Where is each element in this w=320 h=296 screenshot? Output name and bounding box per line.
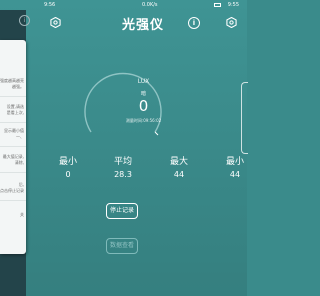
drawer-item: 关 xyxy=(20,212,24,217)
drawer-divider xyxy=(0,200,26,201)
stop-record-button[interactable]: 停止记录 xyxy=(106,203,138,219)
drawer-item: 设置,请选 xyxy=(6,104,24,109)
drawer-item: 后, xyxy=(18,182,24,187)
drawer-divider xyxy=(0,122,26,123)
status-time: 9:56 xyxy=(44,2,56,8)
network-speed: 0.0K/s xyxy=(142,2,158,8)
app-header: 光强仪 i xyxy=(40,12,247,34)
stat-max: 最大 44 xyxy=(164,154,194,179)
drawer-item: 强度越高越亮, xyxy=(0,78,24,83)
stat-min2-label: 最小 xyxy=(225,157,244,167)
view-data-button[interactable]: 数据查看 xyxy=(106,238,138,254)
info-icon[interactable]: i xyxy=(188,17,200,29)
drawer-item: 点击停止记录 xyxy=(0,188,24,193)
gauge-unit: LUX xyxy=(137,78,150,85)
lux-value: 0 xyxy=(138,97,149,115)
stat-min-value: 0 xyxy=(65,170,71,179)
next-card-edge xyxy=(241,82,248,154)
brightness-label: 暗 xyxy=(140,91,146,97)
stat-max-label: 最大 xyxy=(169,157,188,167)
stat-avg: 平均 28.3 xyxy=(108,154,138,179)
drawer-divider xyxy=(0,172,26,173)
drawer-item: 清除, xyxy=(14,160,24,165)
drawer-item: 越强。 xyxy=(12,84,24,89)
settings-icon[interactable] xyxy=(50,17,61,28)
measure-time: 测量时间:09:56:02 xyxy=(125,118,162,123)
settings-icon[interactable] xyxy=(226,17,237,28)
drawer-divider xyxy=(0,146,26,147)
stat-min: 最小 0 xyxy=(53,154,83,179)
stat-min2-value: 44 xyxy=(229,170,241,179)
drawer-item: 最大值记录, xyxy=(2,154,24,159)
info-icon[interactable]: i xyxy=(19,15,30,26)
stat-min-2: 最小 44 xyxy=(220,154,250,179)
page-title: 光强仪 xyxy=(122,18,165,33)
stat-avg-value: 28.3 xyxy=(114,170,132,179)
battery-icon xyxy=(214,3,221,7)
drawer-item: 是看上次, xyxy=(6,110,24,115)
drawer-item: 一、 xyxy=(16,134,24,139)
stat-min-label: 最小 xyxy=(58,157,77,167)
stat-max-value: 44 xyxy=(173,170,185,179)
drawer-divider xyxy=(0,96,26,97)
side-drawer[interactable]: 强度越高越亮, 越强。 设置,请选 是看上次, 显示最小值 一、 最大值记录, … xyxy=(0,40,26,254)
status-time-right: 9:55 xyxy=(227,2,239,8)
stat-avg-label: 平均 xyxy=(113,157,132,167)
drawer-item: 显示最小值 xyxy=(4,128,24,133)
status-bar: 9:56 0.0K/s 9:55 xyxy=(0,0,247,10)
